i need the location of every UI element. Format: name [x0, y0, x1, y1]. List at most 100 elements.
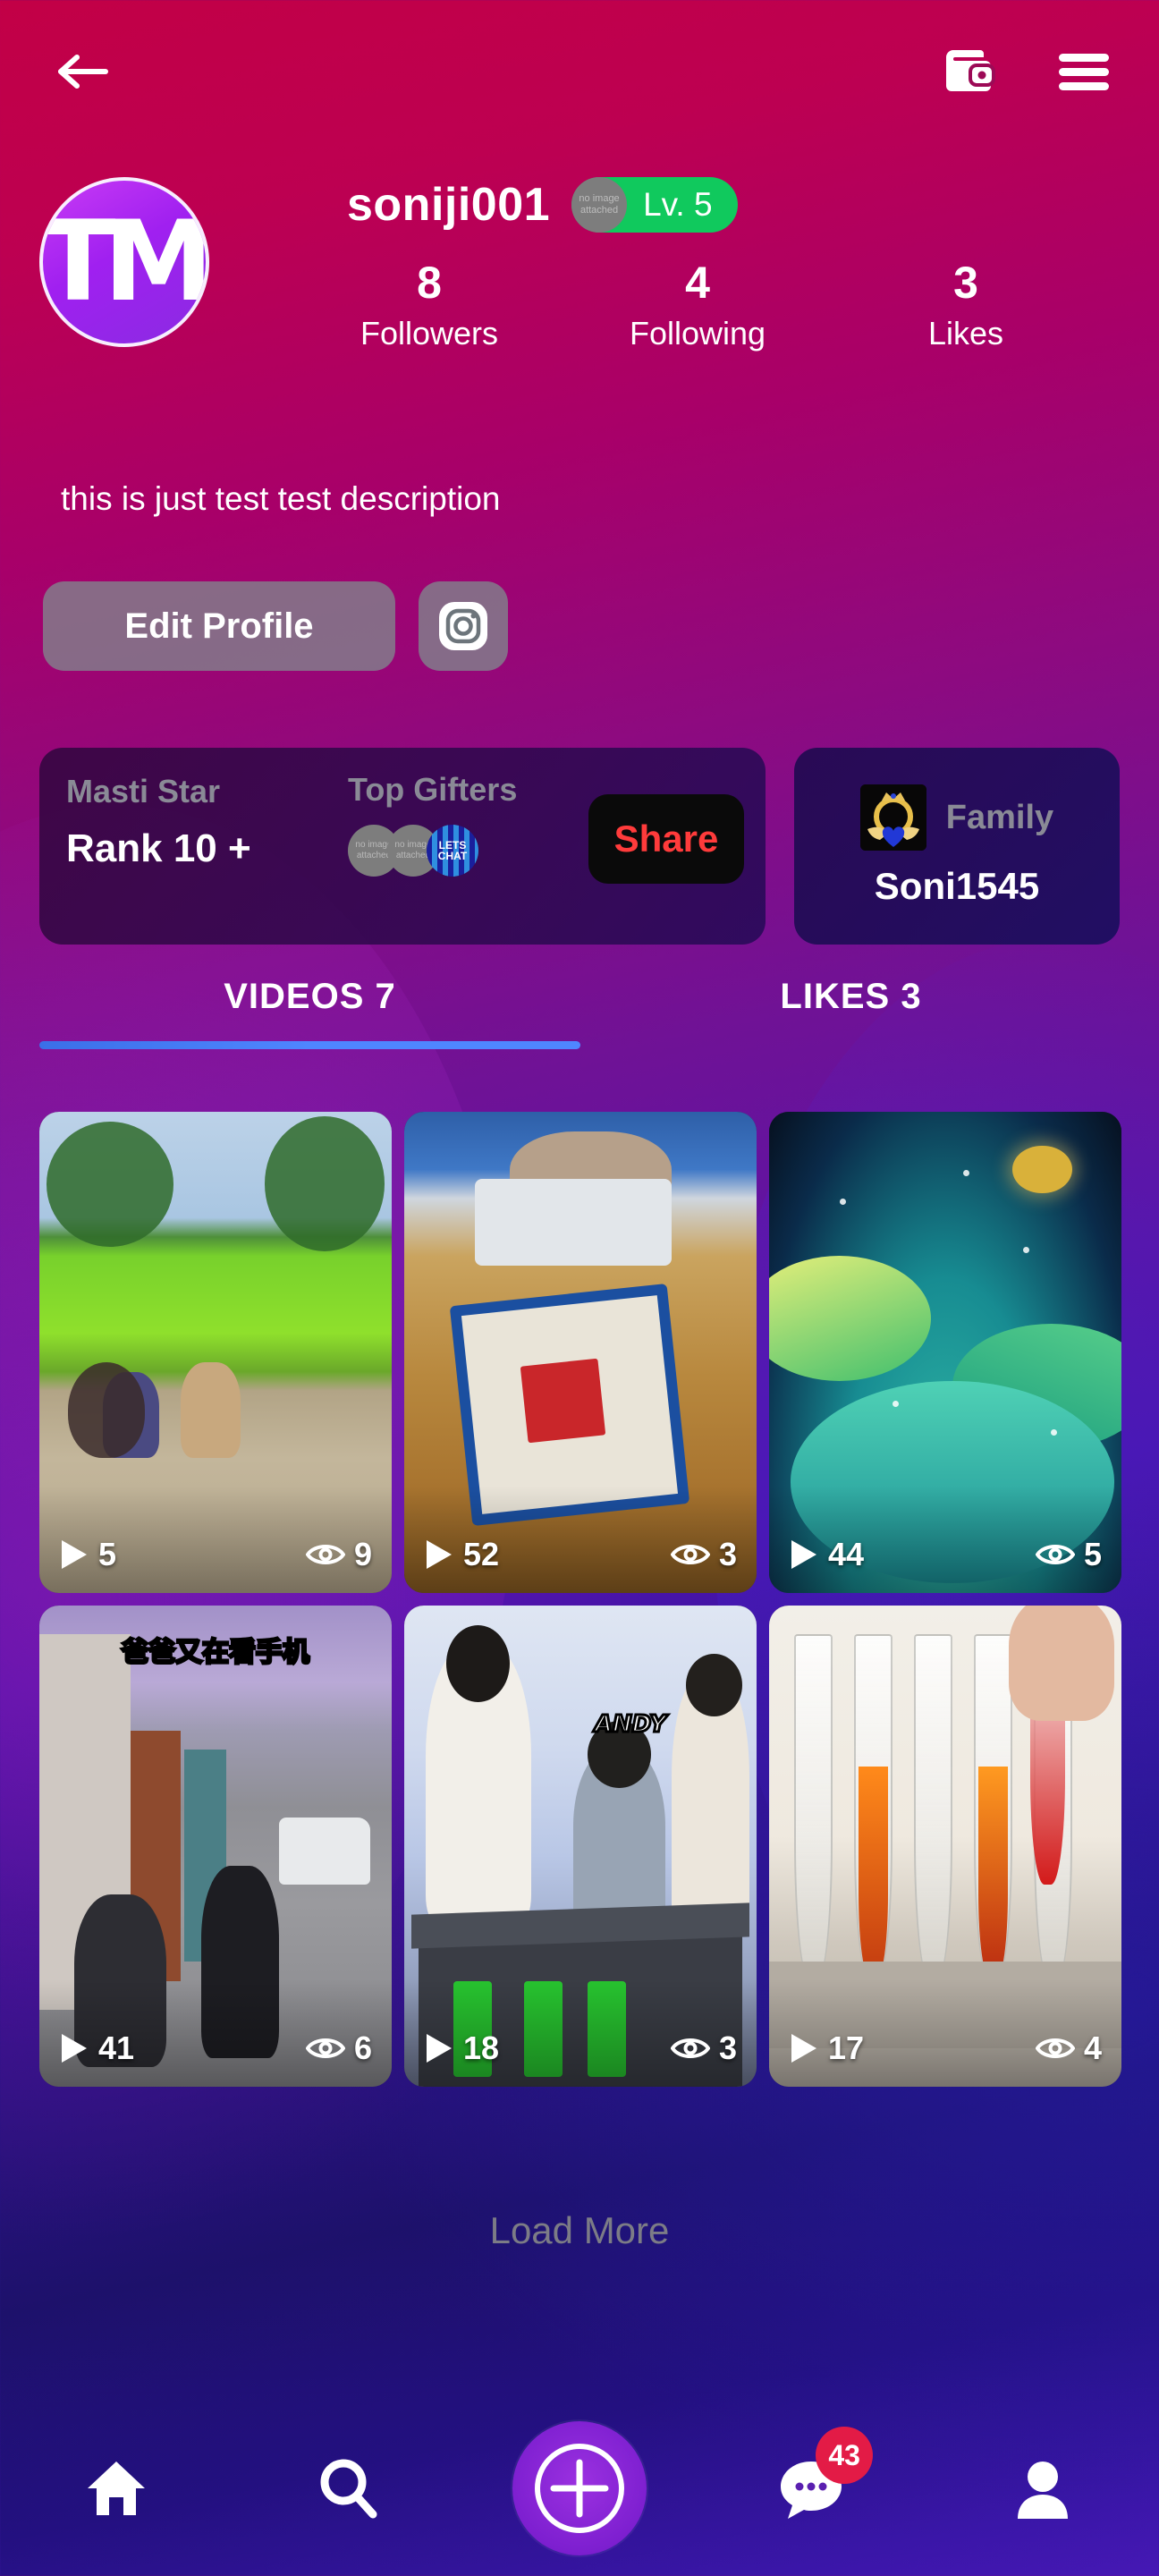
video-view-count: 3: [670, 2029, 737, 2067]
hamburger-menu-icon: [1059, 54, 1109, 90]
edit-profile-button[interactable]: Edit Profile: [43, 581, 395, 671]
top-gifters-title: Top Gifters: [348, 771, 518, 808]
view-count-value: 3: [718, 2029, 737, 2066]
video-stats: 52 3: [404, 1486, 757, 1593]
profile-tabs: VIDEOS 7 LIKES 3: [39, 977, 1121, 1049]
video-play-count: 44: [789, 1536, 864, 1573]
placeholder-line-2: attached: [580, 205, 619, 216]
eye-icon: [305, 2038, 345, 2058]
badge-cards: Masti Star Rank 10 + Top Gifters no imag…: [39, 748, 1120, 945]
chat-badge: 43: [816, 2427, 874, 2484]
video-view-count: 4: [1035, 2029, 1102, 2067]
menu-button[interactable]: [1050, 38, 1118, 106]
play-count-value: 41: [98, 2029, 135, 2066]
tab-likes-label: LIKES 3: [780, 977, 922, 1016]
nav-profile[interactable]: [976, 2421, 1110, 2555]
play-count-value: 18: [463, 2029, 500, 2066]
eye-icon: [1035, 1545, 1075, 1564]
instagram-icon: [439, 602, 487, 650]
eye-icon: [670, 2038, 710, 2058]
top-gifters-block[interactable]: Top Gifters no image attached no image a…: [348, 771, 517, 877]
nav-add[interactable]: [512, 2421, 647, 2555]
load-more-button[interactable]: Load More: [0, 2209, 1159, 2252]
video-play-count: 41: [59, 2029, 134, 2067]
load-more-label: Load More: [489, 2209, 670, 2251]
profile-icon: [1018, 2462, 1069, 2519]
video-caption: 爸爸又在看手机: [121, 1635, 311, 1669]
nav-search[interactable]: [281, 2421, 415, 2555]
video-caption: ANDY: [593, 1710, 667, 1740]
top-bar-actions: [935, 38, 1118, 106]
stat-likes[interactable]: 3 Likes: [832, 258, 1100, 352]
top-bar: [0, 0, 1159, 143]
instagram-button[interactable]: [419, 581, 508, 671]
video-cell[interactable]: 爸爸又在看手机 41 6: [39, 1606, 392, 2087]
following-count: 4: [685, 258, 710, 308]
level-badge[interactable]: no image attached Lv. 5: [571, 177, 738, 233]
video-cell[interactable]: 5 9: [39, 1112, 392, 1593]
play-icon: [791, 1540, 816, 1569]
video-stats: 41 6: [39, 1979, 392, 2087]
gifter-1-line-2: attached: [356, 851, 392, 860]
play-count-value: 17: [828, 2029, 865, 2066]
username-row: soniji001 no image attached Lv. 5: [347, 177, 738, 233]
gifter-avatar-3[interactable]: LETS CHAT: [427, 825, 478, 877]
video-view-count: 9: [305, 1536, 372, 1573]
play-icon: [427, 1540, 452, 1569]
tab-videos[interactable]: VIDEOS 7: [39, 977, 580, 1049]
family-label: Family: [945, 798, 1054, 836]
video-grid: 5 9 52 3 44 5 爸爸又在看手机 41 6 ANDY 18 3 17 …: [39, 1112, 1121, 2087]
view-count-value: 3: [718, 1536, 737, 1572]
video-stats: 44 5: [769, 1486, 1121, 1593]
profile-actions: Edit Profile: [43, 581, 508, 671]
arrow-left-icon: [58, 55, 108, 89]
avatar[interactable]: TM: [39, 177, 209, 347]
wallet-button[interactable]: [935, 38, 1003, 106]
play-icon: [791, 2034, 816, 2063]
family-card[interactable]: Family Soni1545: [794, 748, 1120, 945]
avatar-monogram: TM: [40, 198, 206, 326]
back-button[interactable]: [41, 30, 123, 113]
family-name: Soni1545: [874, 865, 1040, 907]
username: soniji001: [347, 179, 551, 231]
tab-likes[interactable]: LIKES 3: [580, 977, 1121, 1049]
wallet-icon: [946, 50, 995, 91]
play-count-value: 52: [463, 1536, 500, 1572]
video-cell[interactable]: 17 4: [769, 1606, 1121, 2087]
video-stats: 17 4: [769, 1979, 1121, 2087]
view-count-value: 4: [1083, 2029, 1102, 2066]
placeholder-line-1: no image: [579, 193, 620, 204]
video-cell[interactable]: ANDY 18 3: [404, 1606, 757, 2087]
profile-bio: this is just test test description: [61, 480, 501, 517]
family-header: Family: [859, 784, 1054, 851]
view-count-value: 6: [353, 2029, 372, 2066]
play-count-value: 5: [98, 1536, 117, 1572]
stat-following[interactable]: 4 Following: [563, 258, 832, 352]
masti-star-card[interactable]: Masti Star Rank 10 + Top Gifters no imag…: [39, 748, 766, 945]
video-stats: 18 3: [404, 1979, 757, 2087]
view-count-value: 5: [1083, 1536, 1102, 1572]
view-count-value: 9: [353, 1536, 372, 1572]
top-gifters-avatars: no image attached no image attached LETS…: [348, 825, 517, 877]
nav-chat[interactable]: 43: [744, 2421, 878, 2555]
crown-wings-emblem-icon: [859, 784, 926, 851]
stat-followers[interactable]: 8 Followers: [295, 258, 563, 352]
play-count-value: 44: [828, 1536, 865, 1572]
video-cell[interactable]: 44 5: [769, 1112, 1121, 1593]
eye-icon: [1035, 2038, 1075, 2058]
followers-label: Followers: [360, 315, 499, 352]
share-button[interactable]: Share: [588, 794, 744, 884]
nav-home[interactable]: [49, 2421, 183, 2555]
video-cell[interactable]: 52 3: [404, 1112, 757, 1593]
play-icon: [427, 2034, 452, 2063]
video-play-count: 17: [789, 2029, 864, 2067]
likes-count: 3: [953, 258, 978, 308]
video-play-count: 18: [424, 2029, 499, 2067]
gifter-2-line-2: attached: [395, 851, 431, 860]
play-icon: [62, 1540, 87, 1569]
level-badge-image-placeholder: no image attached: [571, 177, 628, 233]
bottom-navigation: 43: [0, 2401, 1159, 2576]
followers-count: 8: [417, 258, 442, 308]
video-view-count: 3: [670, 1536, 737, 1573]
eye-icon: [670, 1545, 710, 1564]
